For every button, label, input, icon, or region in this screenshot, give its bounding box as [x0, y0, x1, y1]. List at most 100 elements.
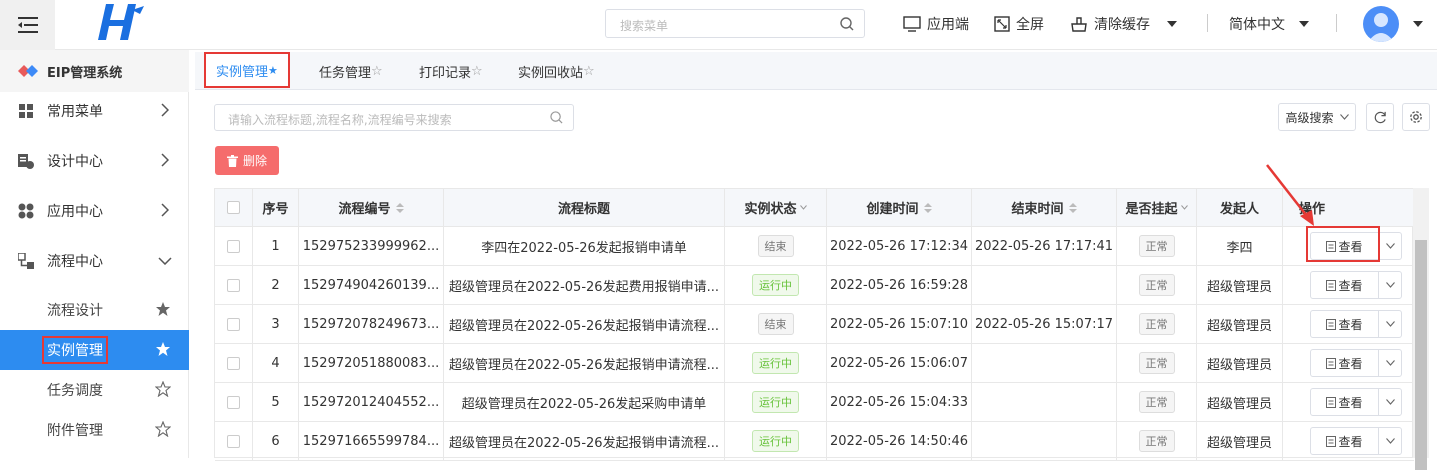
sidebar-item-label: 实例管理	[42, 336, 108, 364]
sidebar-item-design-center[interactable]: 设计中心	[0, 136, 189, 186]
row-checkbox[interactable]	[227, 239, 240, 253]
app-icon	[18, 203, 34, 219]
annotation-arrow	[1266, 164, 1314, 226]
delete-label: 删除	[242, 154, 267, 168]
sort-icon[interactable]	[395, 202, 404, 213]
table-cell-ended	[972, 383, 1117, 422]
user-dropdown-icon[interactable]	[1413, 21, 1423, 27]
table-cell-ended	[972, 266, 1117, 305]
view-button[interactable]: 查看	[1311, 311, 1379, 337]
brand-logo[interactable]	[98, 2, 144, 42]
sidebar-item-instance-management[interactable]: 实例管理	[0, 330, 189, 370]
sidebar-item-label: 流程中心	[47, 254, 103, 270]
tab-instance-management[interactable]: 实例管理 ★	[204, 52, 290, 88]
document-icon	[1326, 240, 1337, 252]
view-button[interactable]: 查看	[1311, 389, 1379, 415]
chevron-right-icon	[161, 103, 169, 117]
star-outline-icon[interactable]	[155, 381, 171, 397]
chevron-down-icon	[799, 205, 807, 210]
more-actions-dropdown[interactable]	[1379, 233, 1401, 259]
row-checkbox[interactable]	[227, 317, 240, 331]
table-scrollbar[interactable]	[1413, 188, 1429, 470]
menu-toggle-icon[interactable]	[0, 0, 55, 50]
tab-instance-recycle-bin[interactable]: 实例回收站 ☆	[518, 52, 595, 90]
table-cell-no: 1	[253, 227, 299, 266]
more-actions-dropdown[interactable]	[1379, 428, 1401, 454]
search-icon[interactable]	[550, 111, 563, 124]
table-cell-code: 152974904260139...	[299, 266, 444, 305]
delete-button[interactable]: 删除	[215, 146, 279, 175]
refresh-button[interactable]	[1366, 103, 1394, 131]
column-header-filter[interactable]: 实例状态	[725, 189, 827, 227]
table-cell-created: 2022-05-26 16:59:28	[827, 266, 972, 305]
row-checkbox[interactable]	[227, 434, 240, 448]
table-cell-created: 2022-05-26 15:04:33	[827, 383, 972, 422]
table-cell-action: 查看	[1283, 383, 1414, 422]
tab-print-records[interactable]: 打印记录 ☆	[419, 52, 483, 90]
column-header-label: 发起人	[1219, 202, 1259, 217]
column-header-label: 结束时间	[1011, 202, 1064, 217]
view-button[interactable]: 查看	[1311, 272, 1379, 298]
document-icon	[1326, 435, 1337, 447]
view-button[interactable]: 查看	[1311, 428, 1379, 454]
settings-button[interactable]	[1402, 103, 1430, 131]
more-actions-dropdown[interactable]	[1379, 389, 1401, 415]
column-header-sortable[interactable]: 创建时间	[827, 189, 972, 227]
view-button[interactable]: 查看	[1311, 350, 1379, 376]
star-outline-icon[interactable]: ☆	[471, 64, 483, 79]
sidebar-item-common-menu[interactable]: 常用菜单	[0, 86, 189, 136]
sidebar-item-label: 常用菜单	[47, 104, 103, 120]
view-label: 查看	[1338, 239, 1363, 254]
tab-task-management[interactable]: 任务管理 ☆	[319, 52, 383, 90]
row-checkbox[interactable]	[227, 278, 240, 292]
view-button[interactable]: 查看	[1311, 233, 1379, 259]
menu-search-input[interactable]: 搜索菜单	[605, 9, 865, 38]
star-filled-icon[interactable]	[155, 301, 171, 317]
row-checkbox[interactable]	[227, 356, 240, 370]
status-badge: 运行中	[752, 391, 799, 413]
more-actions-dropdown[interactable]	[1379, 272, 1401, 298]
suspend-badge: 正常	[1138, 235, 1175, 257]
table-cell-status: 运行中	[725, 383, 827, 422]
star-filled-icon[interactable]	[155, 341, 171, 357]
sidebar-item-label: 流程设计	[47, 303, 103, 319]
view-label: 查看	[1338, 395, 1363, 410]
star-outline-icon[interactable]: ☆	[583, 64, 595, 79]
sort-icon[interactable]	[1068, 202, 1077, 213]
star-outline-icon[interactable]	[155, 421, 171, 437]
chevron-down-icon	[1339, 114, 1349, 120]
row-checkbox[interactable]	[227, 395, 240, 409]
table-cell-no: 5	[253, 383, 299, 422]
user-avatar[interactable]	[1363, 6, 1399, 42]
system-logo-icon	[18, 65, 38, 77]
clear-cache-dropdown-icon[interactable]	[1167, 21, 1177, 27]
star-filled-icon[interactable]: ★	[268, 64, 278, 77]
column-header-sortable[interactable]: 流程编号	[299, 189, 444, 227]
search-icon[interactable]	[840, 17, 854, 31]
select-all-cell	[215, 189, 253, 227]
fullscreen-button[interactable]: 全屏	[994, 14, 1044, 34]
language-dropdown-icon[interactable]	[1299, 21, 1309, 27]
sort-icon[interactable]	[923, 202, 932, 213]
more-actions-dropdown[interactable]	[1379, 350, 1401, 376]
more-actions-dropdown[interactable]	[1379, 311, 1401, 337]
sidebar-item-task-scheduling[interactable]: 任务调度	[0, 370, 189, 410]
language-select[interactable]: 简体中文	[1229, 14, 1285, 34]
table-cell-initiator: 超级管理员	[1197, 422, 1283, 461]
client-button[interactable]: 应用端	[903, 14, 969, 34]
view-label: 查看	[1338, 317, 1363, 332]
trash-icon	[226, 154, 238, 167]
table-cell-cb	[215, 266, 253, 305]
sidebar-item-attachment-management[interactable]: 附件管理	[0, 410, 189, 450]
sidebar-item-flow-center[interactable]: 流程中心	[0, 236, 189, 286]
scrollbar-thumb[interactable]	[1415, 240, 1427, 470]
sidebar-item-app-center[interactable]: 应用中心	[0, 186, 189, 236]
clear-cache-button[interactable]: 清除缓存	[1070, 14, 1150, 34]
column-header-filter[interactable]: 是否挂起	[1117, 189, 1197, 227]
advanced-search-button[interactable]: 高级搜索	[1278, 103, 1356, 131]
instance-search-input[interactable]: 请输入流程标题,流程名称,流程编号来搜索	[214, 104, 574, 131]
column-header-sortable[interactable]: 结束时间	[972, 189, 1117, 227]
sidebar-item-flow-design[interactable]: 流程设计	[0, 290, 189, 330]
select-all-checkbox[interactable]	[227, 201, 240, 214]
star-outline-icon[interactable]: ☆	[371, 64, 383, 79]
